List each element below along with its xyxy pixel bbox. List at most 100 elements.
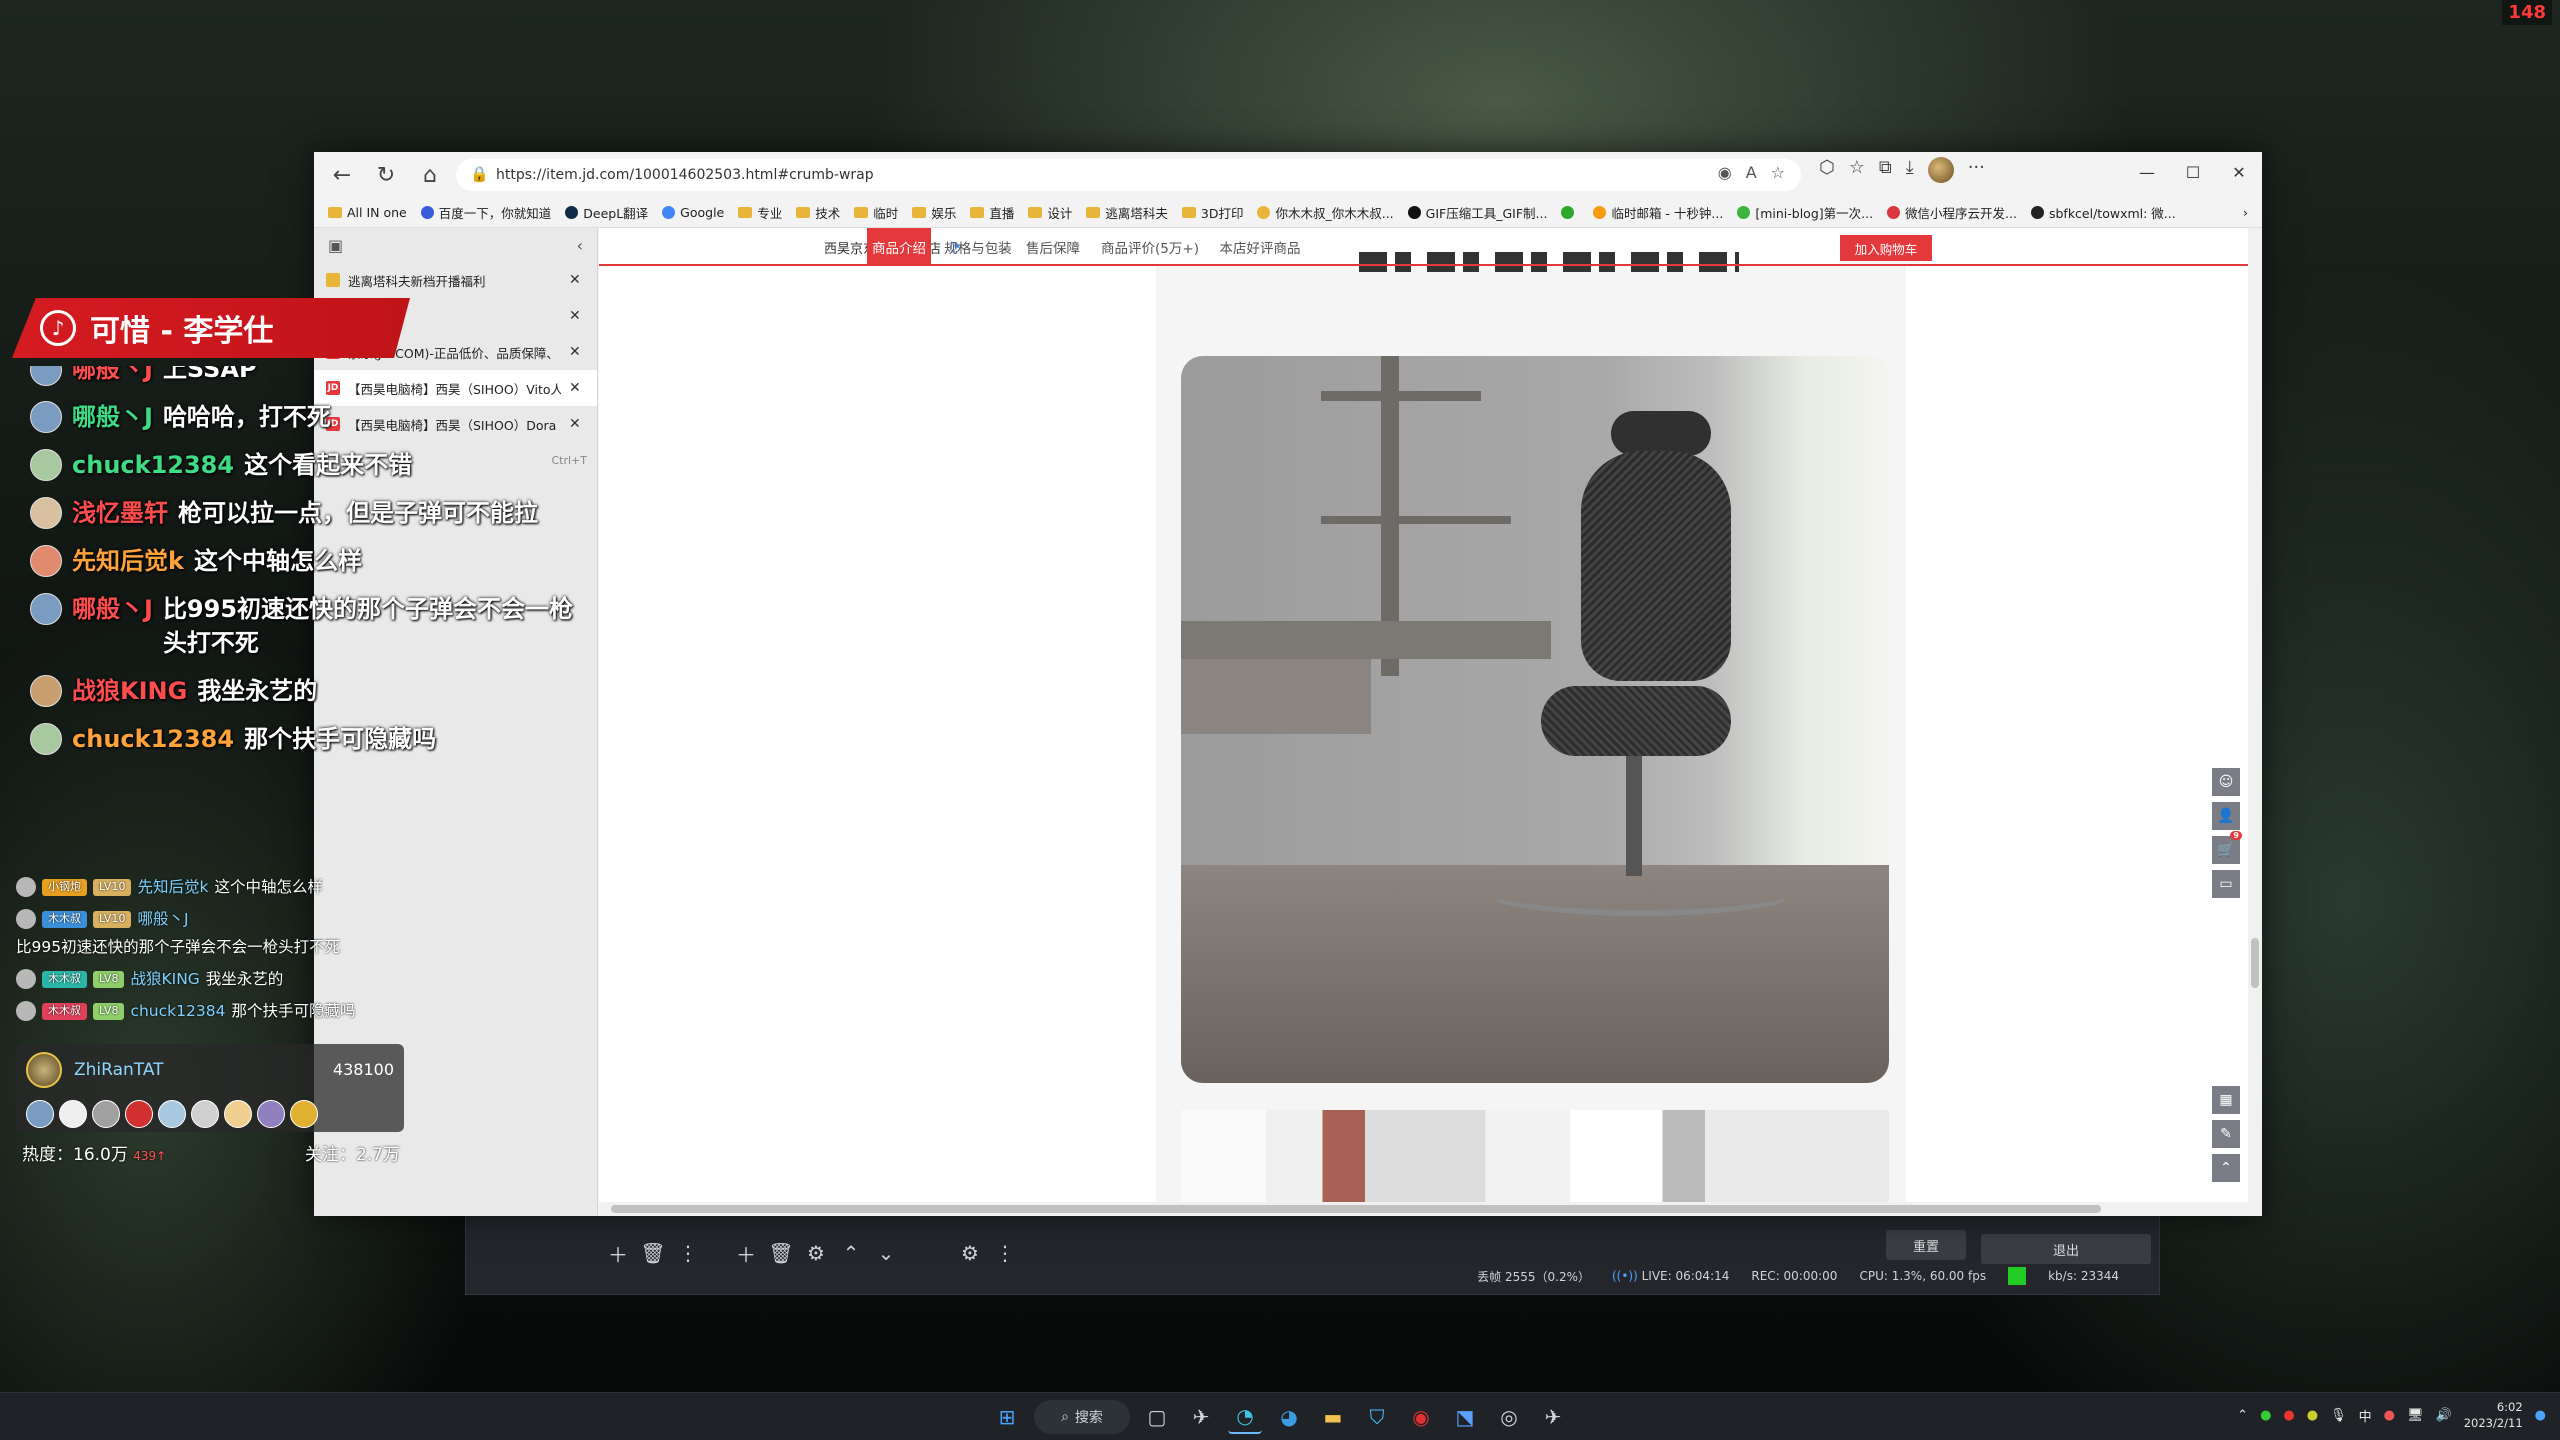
bookmark-label: 微信小程序云开发... — [1905, 206, 2017, 221]
tab-actions-icon[interactable]: ▣ — [328, 236, 343, 255]
bookmark-item[interactable]: 3D打印 — [1181, 203, 1243, 222]
edit-icon[interactable]: ✎ — [2212, 1120, 2240, 1148]
chat-text: 枪可以拉一点，但是子弹可不能拉 — [178, 499, 538, 527]
edge-dev-icon[interactable]: ◕ — [1272, 1400, 1306, 1434]
bookmark-item[interactable]: 技术 — [796, 203, 840, 222]
tab-close-icon[interactable]: ✕ — [569, 308, 585, 324]
bookmark-item[interactable]: 你木木叔_你木木叔... — [1257, 203, 1394, 222]
task-view-icon[interactable]: ▢ — [1140, 1400, 1174, 1434]
chat-message: chuck12384 那个扶手可隐藏吗 — [30, 722, 590, 756]
bookmark-item[interactable]: 设计 — [1028, 203, 1072, 222]
refresh-icon[interactable]: ↻ — [364, 153, 408, 197]
read-aloud-icon[interactable]: A — [1746, 163, 1757, 182]
home-icon[interactable]: ⌂ — [408, 153, 452, 197]
lock-icon[interactable]: 🔒 — [470, 165, 489, 183]
start-icon[interactable]: ⊞ — [990, 1400, 1024, 1434]
game-app-icon-2[interactable]: ✈ — [1536, 1400, 1570, 1434]
notification-icon[interactable]: ● — [2535, 1408, 2546, 1423]
cart-icon[interactable]: 🛒 9 — [2212, 831, 2242, 864]
ime-indicator[interactable]: 中 — [2359, 1406, 2372, 1425]
bookmark-item[interactable]: 逃离塔科夫 — [1086, 203, 1168, 222]
vertical-scrollbar[interactable] — [2248, 228, 2262, 1216]
fan-badge: LV8 — [93, 970, 125, 988]
collapse-panel-icon[interactable]: ‹ — [577, 236, 583, 255]
bookmark-item[interactable]: All IN one — [328, 205, 407, 220]
fan-badge: LV10 — [93, 910, 132, 928]
bookmark-item[interactable] — [1561, 206, 1579, 219]
clock[interactable]: 6:02 2023/2/11 — [2464, 1399, 2523, 1431]
chat-icon[interactable]: ☺ — [2212, 768, 2240, 796]
bookmark-item[interactable]: 直播 — [970, 203, 1014, 222]
bookmark-item[interactable]: 百度一下，你就知道 — [420, 203, 551, 222]
minimize-icon[interactable]: — — [2124, 152, 2170, 192]
close-icon[interactable]: ✕ — [2216, 152, 2262, 192]
bookmark-item[interactable]: 临时邮箱 - 十秒钟... — [1593, 203, 1723, 222]
tray-overflow-icon[interactable]: ⌃ — [2237, 1408, 2248, 1423]
maximize-icon[interactable]: ☐ — [2170, 152, 2216, 192]
favorite-star-icon[interactable]: ☆ — [1771, 163, 1785, 182]
site-favicon-icon — [565, 206, 579, 219]
chat-avatar — [30, 593, 62, 625]
bookmark-item[interactable]: 娱乐 — [912, 203, 956, 222]
bookmark-item[interactable]: Google — [662, 205, 724, 220]
tray-app-icon-3[interactable]: ● — [2384, 1408, 2395, 1423]
jd-tab[interactable]: 本店好评商品 — [1211, 228, 1309, 266]
tab-close-icon[interactable]: ✕ — [569, 272, 585, 288]
extensions-icon[interactable]: ⬡ — [1819, 157, 1835, 183]
bookmark-item[interactable]: DeepL翻译 — [565, 203, 648, 222]
bookmark-item[interactable]: sbfkcel/towxml: 微... — [2030, 203, 2176, 222]
collections-icon[interactable]: ⧉ — [1879, 157, 1892, 183]
feedback-icon[interactable]: ▭ — [2212, 870, 2240, 898]
download-icon[interactable]: ⤓ — [1906, 157, 1914, 183]
jd-tab[interactable]: 商品介绍 — [867, 228, 931, 266]
obs-app-icon[interactable]: ◎ — [1492, 1400, 1526, 1434]
qrcode-icon[interactable]: ▦ — [2212, 1086, 2240, 1114]
network-icon[interactable]: 🖥 — [2407, 1408, 2424, 1423]
netease-music-app-icon[interactable]: ◉ — [1404, 1400, 1438, 1434]
jd-tab[interactable]: 售后保障 — [1017, 228, 1089, 266]
bookmark-label: 设计 — [1047, 206, 1073, 221]
obs-exit-button[interactable]: 退出 — [1981, 1234, 2151, 1264]
bookmark-item[interactable]: 专业 — [738, 203, 782, 222]
horizontal-scrollbar[interactable] — [599, 1202, 2262, 1216]
chat-avatar — [30, 497, 62, 529]
bookmark-item[interactable]: [mini-blog]第一次... — [1737, 203, 1873, 222]
tray-app-icon-2[interactable]: ● — [2307, 1408, 2318, 1423]
game-app-icon[interactable]: ✈ — [1184, 1400, 1218, 1434]
volume-icon[interactable]: 🔊 — [2436, 1408, 2452, 1423]
profile-avatar[interactable] — [1927, 157, 1954, 183]
bookmark-item[interactable]: GIF压缩工具_GIF制... — [1407, 203, 1547, 222]
favorites-icon[interactable]: ☆ — [1849, 157, 1865, 183]
microphone-icon[interactable]: 🎙 — [2330, 1408, 2347, 1423]
tab-close-icon[interactable]: ✕ — [569, 344, 585, 360]
tray-app-icon[interactable]: ● — [2283, 1408, 2294, 1423]
cart-count-badge: 9 — [2230, 831, 2242, 840]
browser-tab[interactable]: 逃离塔科夫新档开播福利 ✕ — [314, 262, 597, 298]
obs-reset-button[interactable]: 重置 — [1886, 1230, 1966, 1260]
add-to-cart-button[interactable]: 加入购物车 — [1840, 235, 1932, 261]
wechat-tray-icon[interactable]: ● — [2260, 1408, 2271, 1423]
bookmark-item[interactable]: 临时 — [854, 203, 898, 222]
file-explorer-icon[interactable]: ▬ — [1316, 1400, 1350, 1434]
bookmark-label: All IN one — [347, 205, 407, 220]
bookmarks-overflow-icon[interactable]: › — [2243, 205, 2248, 220]
extension-icon[interactable]: ◉ — [1718, 163, 1732, 182]
back-to-top-icon[interactable]: ⌃ — [2212, 1154, 2240, 1182]
edge-browser-icon[interactable]: ◔ — [1228, 1400, 1262, 1434]
obs-bitrate: kb/s: 23344 — [2048, 1269, 2119, 1283]
streaming-app-icon[interactable]: ⬔ — [1448, 1400, 1482, 1434]
chat-text: 哈哈哈，打不死 — [162, 403, 331, 431]
back-icon[interactable]: ← — [320, 153, 364, 197]
security-app-icon[interactable]: ⛉ — [1360, 1400, 1394, 1434]
address-bar[interactable]: 🔒 https://item.jd.com/100014602503.html#… — [456, 159, 1801, 191]
jd-tab[interactable]: 商品评价(5万+) — [1089, 228, 1211, 266]
user-icon[interactable]: 👤 — [2212, 802, 2240, 830]
more-menu-icon[interactable]: ··· — [1968, 157, 1985, 183]
jd-tab[interactable]: 规格与包装 — [939, 228, 1017, 266]
bookmark-item[interactable]: 微信小程序云开发... — [1887, 203, 2017, 222]
chat-message: chuck12384 这个看起来不错 — [30, 448, 590, 482]
bookmark-label: 你木木叔_你木木叔... — [1275, 206, 1394, 221]
site-favicon-icon — [1593, 206, 1607, 219]
taskbar-search-button[interactable]: ⌕ 搜索 — [1034, 1400, 1130, 1434]
fan-badge: 木木叔 — [42, 1002, 87, 1020]
